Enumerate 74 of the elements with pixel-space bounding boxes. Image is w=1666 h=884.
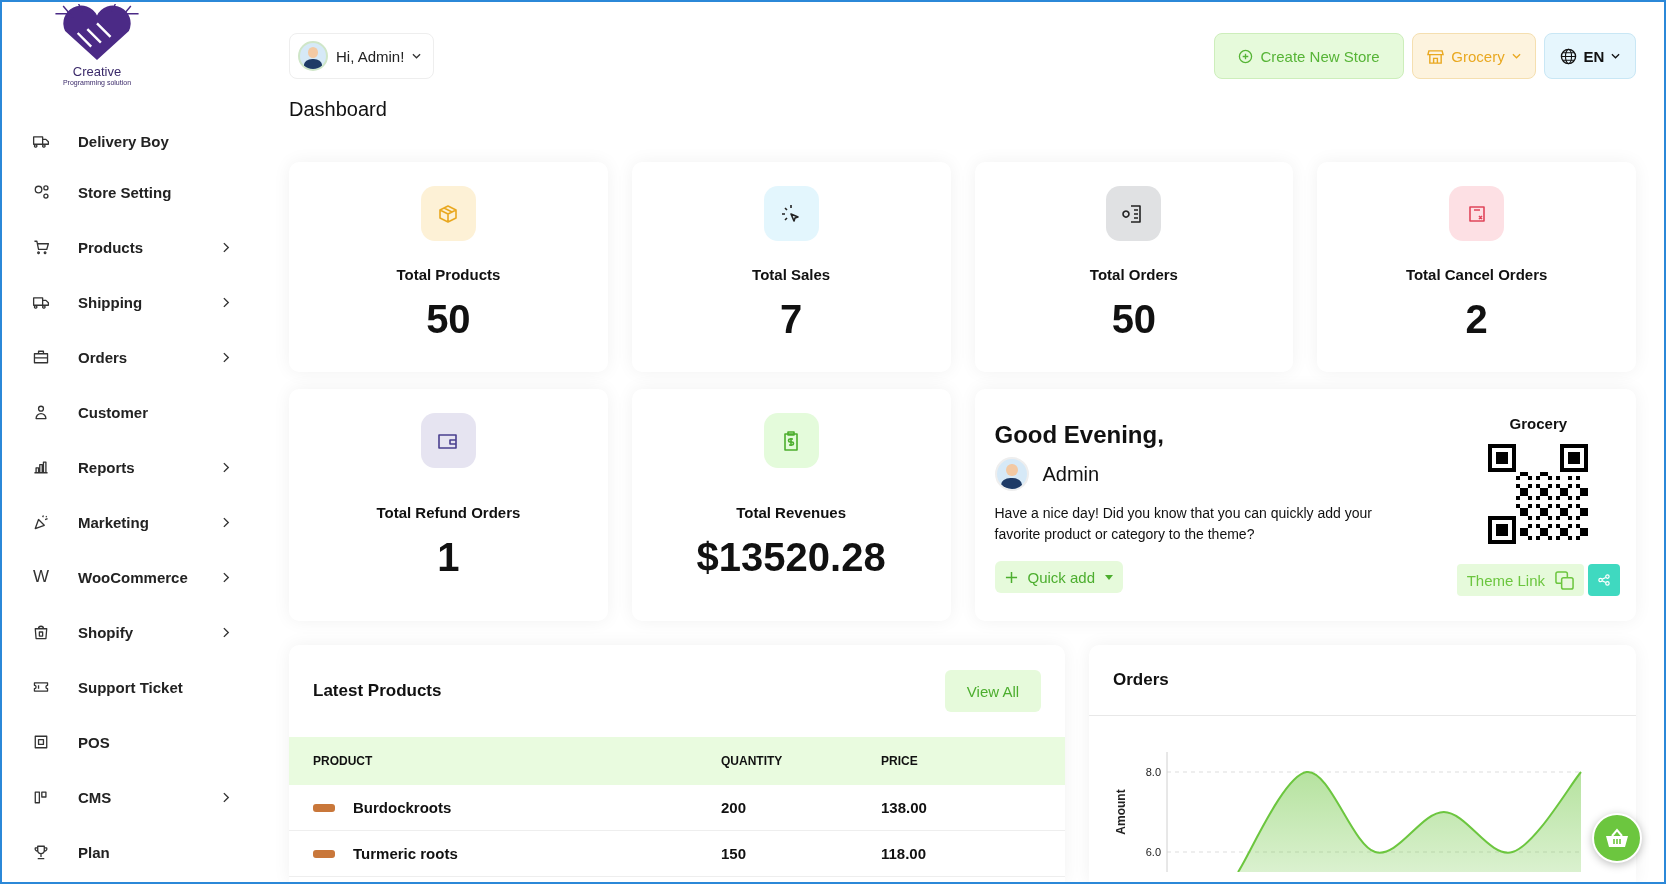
table-cell-text: 200 [721, 799, 748, 816]
briefcase-icon [32, 348, 50, 366]
sidebar-item[interactable]: Plan [2, 824, 252, 880]
chevron-down-icon [1611, 53, 1621, 59]
store-name: Grocery [1509, 415, 1568, 432]
basket-icon [1605, 828, 1629, 848]
storefront-icon [1427, 47, 1445, 65]
plus-circle-icon [1238, 48, 1254, 64]
copy-icon [1555, 570, 1574, 590]
sidebar-item[interactable]: Orders [2, 329, 252, 385]
stat-value: 2 [1465, 297, 1488, 342]
sidebar-item[interactable]: W WooCommerce [2, 549, 252, 605]
stat-label: Total Refund Orders [376, 504, 521, 521]
stat-value: 50 [426, 297, 471, 342]
sidebar-item[interactable]: Support Ticket [2, 659, 252, 715]
column-header: PRODUCT [313, 754, 374, 768]
sidebar-item[interactable]: Marketing [2, 494, 252, 550]
avatar-icon [994, 457, 1029, 491]
user-name: Admin [1042, 462, 1100, 486]
person-icon [32, 403, 50, 421]
globe-icon [1559, 47, 1577, 65]
table-cell-text: 150 [721, 845, 748, 862]
caret-down-icon [1105, 574, 1114, 580]
greeting-title: Good Evening, [994, 421, 1164, 449]
avatar-icon [298, 41, 328, 71]
stat-value: 1 [437, 535, 460, 580]
sidebar-item[interactable]: Products [2, 219, 252, 275]
product-name: Burdockroots [353, 799, 452, 816]
stat-label: Total Products [396, 266, 501, 283]
welcome-message: Have a nice day! Did you know that you can quickly add your favorite product or category to the theme? [994, 504, 1373, 544]
product-thumbnail [313, 803, 335, 812]
sidebar-item[interactable]: Shipping [2, 274, 252, 330]
axis-title: Amount [1114, 789, 1128, 835]
stat-value: 7 [780, 297, 803, 342]
stat-label: Total Sales [752, 266, 831, 283]
page-title: Dashboard [289, 98, 388, 122]
columns-icon [32, 788, 50, 806]
product-name: Turmeric roots [353, 845, 458, 862]
pos-icon [32, 733, 50, 751]
sidebar-item[interactable]: Reports [2, 439, 252, 495]
cart-icon [32, 238, 50, 256]
user-menu-button[interactable]: Hi, Admin! [289, 33, 435, 79]
share-button[interactable] [1588, 564, 1620, 596]
stat-value: 50 [1111, 297, 1157, 342]
chevron-down-icon [1511, 53, 1521, 59]
card-title: Orders [1113, 670, 1169, 690]
trophy-icon [32, 843, 50, 861]
share-icon [1598, 574, 1610, 586]
letter-icon: W [32, 567, 50, 587]
axis-tick-label: 8.0 [1145, 766, 1161, 778]
table-cell-text: 118.00 [881, 845, 928, 862]
language-dropdown[interactable]: EN [1544, 33, 1636, 79]
stat-label: Total Orders [1089, 266, 1178, 283]
chevron-down-icon [412, 53, 422, 59]
stat-value: $13520.28 [696, 535, 886, 580]
sidebar-item[interactable]: Store Setting [2, 164, 252, 220]
sidebar-item[interactable]: Delivery Boy [2, 117, 252, 165]
product-thumbnail [313, 849, 335, 858]
sidebar-item[interactable]: POS [2, 714, 252, 770]
bag-icon [32, 623, 50, 641]
sidebar-item[interactable]: CMS [2, 769, 252, 825]
bar-chart-icon [32, 458, 50, 476]
sidebar-item[interactable]: Customer [2, 384, 252, 440]
sidebar-item[interactable]: Shopify [2, 604, 252, 660]
party-popper-icon [32, 513, 50, 531]
plus-icon [1004, 570, 1018, 584]
card-title: Latest Products [313, 681, 442, 701]
table-cell-text: 138.00 [881, 799, 928, 816]
stat-label: Total Revenues [736, 504, 846, 521]
column-header: PRICE [881, 754, 919, 768]
stat-label: Total Cancel Orders [1405, 266, 1548, 283]
logo-text: Creative [72, 64, 122, 79]
column-header: QUANTITY [721, 754, 784, 768]
axis-tick-label: 6.0 [1145, 846, 1161, 858]
